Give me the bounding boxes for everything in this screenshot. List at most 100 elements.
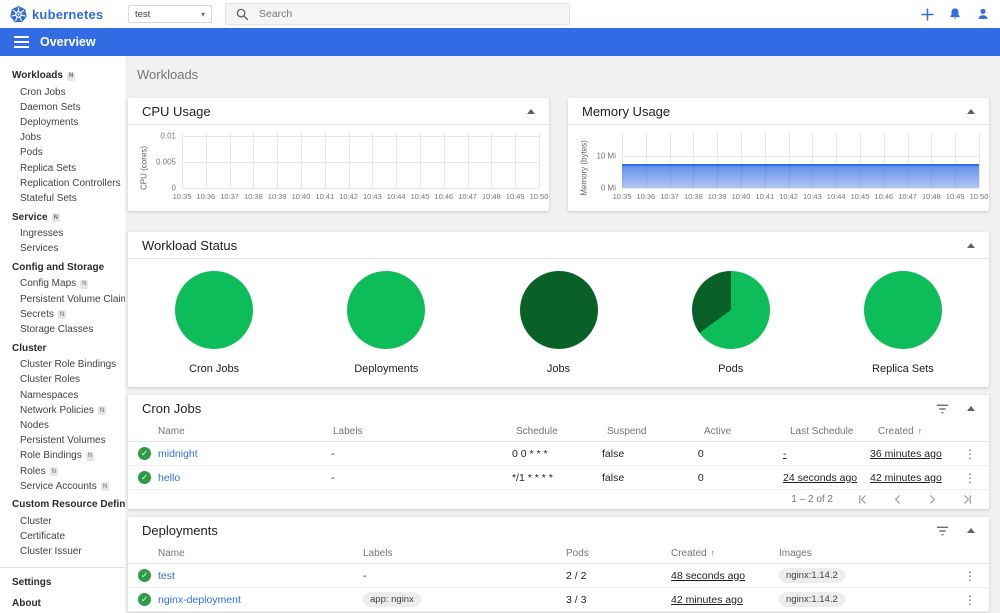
column-header-active[interactable]: Active	[704, 426, 790, 437]
sidebar-item-role-bindings[interactable]: Role Bindings N	[0, 449, 125, 464]
cron-jobs-card: Cron Jobs Name Labels Schedule Suspend Activ…	[128, 395, 989, 509]
collapse-icon[interactable]	[967, 242, 975, 248]
sidebar-item-label: Replica Sets	[20, 162, 77, 174]
charts-row: CPU Usage CPU (cores) 10:35 10:36 10:37 10:…	[128, 98, 989, 211]
row-menu-button[interactable]: ⋮	[964, 471, 989, 485]
sidebar-item-cluster-issuer[interactable]: Cluster Issuer	[0, 545, 125, 560]
resource-link[interactable]: nginx-deployment	[158, 594, 241, 606]
sidebar-item-about[interactable]: About	[0, 594, 125, 613]
sidebar-item-config-maps[interactable]: Config Maps N	[0, 277, 125, 292]
sidebar-item-nodes[interactable]: Nodes	[0, 418, 125, 433]
next-page-button[interactable]	[927, 494, 938, 505]
sidebar-item-services[interactable]: Services	[0, 242, 125, 257]
column-header-name[interactable]: Name	[158, 548, 363, 559]
menu-icon[interactable]	[14, 36, 29, 48]
sidebar-item-label: Jobs	[20, 132, 42, 144]
x-tick-label: 10:48	[482, 192, 501, 201]
sidebar-item-network-policies[interactable]: Network Policies N	[0, 403, 125, 418]
sidebar-item-cron-jobs[interactable]: Cron Jobs	[0, 85, 125, 100]
gridline	[182, 136, 539, 138]
search-input[interactable]	[259, 8, 539, 20]
resource-link[interactable]: midnight	[158, 448, 198, 460]
resource-link[interactable]: test	[158, 570, 175, 582]
sort-ascending-icon: ↑	[710, 548, 716, 558]
sidebar-item-service-accounts[interactable]: Service Accounts N	[0, 479, 125, 494]
column-header-created[interactable]: Created ↑	[671, 548, 779, 559]
x-tick-label: 10:38	[684, 192, 703, 201]
account-button[interactable]	[975, 6, 991, 22]
namespace-select[interactable]: test ▾	[128, 5, 212, 23]
sidebar-item-label: Service Accounts	[20, 480, 97, 492]
sidebar-item-stateful-sets[interactable]: Stateful Sets	[0, 191, 125, 206]
last-page-button[interactable]	[962, 494, 973, 505]
sidebar-item-secrets[interactable]: Secrets N	[0, 307, 125, 322]
sidebar-section-service[interactable]: Service N	[0, 210, 125, 227]
sidebar-item-ingresses[interactable]: Ingresses	[0, 227, 125, 242]
sidebar-item-namespaces[interactable]: Namespaces	[0, 388, 125, 403]
row-menu-button[interactable]: ⋮	[964, 569, 989, 583]
notifications-button[interactable]	[947, 6, 963, 22]
first-page-button[interactable]	[857, 494, 868, 505]
sidebar-item-certificate[interactable]: Certificate	[0, 530, 125, 545]
sidebar-section-config-and-storage[interactable]: Config and Storage	[0, 260, 125, 277]
create-button[interactable]	[919, 6, 935, 22]
column-header-name[interactable]: Name	[158, 426, 333, 437]
column-header-pods[interactable]: Pods	[566, 548, 671, 559]
column-header-schedule[interactable]: Schedule	[516, 426, 607, 437]
filter-icon[interactable]	[936, 526, 949, 536]
row-menu-button[interactable]: ⋮	[964, 447, 989, 461]
column-header-labels[interactable]: Labels	[333, 426, 516, 437]
sidebar-section-cluster[interactable]: Cluster	[0, 341, 125, 358]
sidebar-item-deployments[interactable]: Deployments	[0, 115, 125, 130]
cell-schedule: */1 * * * *	[512, 472, 602, 484]
sidebar-item-replication-controllers[interactable]: Replication Controllers	[0, 176, 125, 191]
previous-page-button[interactable]	[892, 494, 903, 505]
sidebar-item-replica-sets[interactable]: Replica Sets	[0, 161, 125, 176]
collapse-icon[interactable]	[967, 108, 975, 114]
chevron-down-icon: ▾	[200, 9, 205, 19]
sidebar-item-cluster[interactable]: Cluster	[0, 514, 125, 529]
column-header-last-schedule[interactable]: Last Schedule	[790, 426, 878, 437]
sidebar-item-pods[interactable]: Pods	[0, 146, 125, 161]
cron-jobs-table-body: ✓ midnight - 0 0 * * * false 0 - 36 minutes ago…	[128, 442, 989, 490]
sidebar-section-custom-resource-definitions[interactable]: Custom Resource Definitions	[0, 497, 125, 514]
sidebar-item-label: Cluster	[20, 515, 52, 527]
sidebar-item-label: Config Maps	[20, 278, 77, 290]
sidebar-item-jobs[interactable]: Jobs	[0, 131, 125, 146]
column-header-label: Name	[158, 548, 185, 559]
sidebar-item-label: Network Policies	[20, 404, 94, 416]
x-tick-label: 10:40	[291, 192, 311, 201]
status-ok-icon: ✓	[138, 593, 151, 606]
column-header-created[interactable]: Created ↑	[878, 426, 973, 437]
brand[interactable]: kubernetes	[10, 0, 103, 28]
sidebar-item-storage-classes[interactable]: Storage Classes	[0, 322, 125, 337]
collapse-icon[interactable]	[967, 528, 975, 533]
filter-icon[interactable]	[936, 404, 949, 414]
resource-link[interactable]: hello	[158, 472, 180, 484]
row-menu-button[interactable]: ⋮	[964, 593, 989, 607]
gridline	[622, 188, 979, 189]
column-header-labels[interactable]: Labels	[363, 548, 566, 559]
sidebar-item-roles[interactable]: Roles N	[0, 464, 125, 479]
x-tick-label: 10:36	[636, 192, 656, 201]
navbar: Overview	[0, 28, 1000, 56]
sidebar-item-label: Role Bindings	[20, 450, 82, 462]
timestamp-text: -	[782, 447, 787, 460]
column-header-suspend[interactable]: Suspend	[607, 426, 704, 437]
namespaced-badge: N	[97, 406, 107, 416]
x-tick-label: 10:40	[731, 192, 751, 201]
workload-status-title: Workload Status	[142, 237, 238, 253]
sidebar-item-persistent-volumes[interactable]: Persistent Volumes	[0, 434, 125, 449]
column-header-images[interactable]: Images	[779, 548, 959, 559]
collapse-icon[interactable]	[527, 108, 535, 114]
sidebar-item-settings[interactable]: Settings	[0, 573, 125, 594]
plus-icon	[920, 7, 934, 21]
timestamp-text: 42 minutes ago	[671, 593, 743, 606]
x-tick-label: 10:46	[434, 192, 454, 201]
sidebar-section-workloads[interactable]: Workloads N	[0, 68, 125, 85]
sidebar-item-daemon-sets[interactable]: Daemon Sets	[0, 100, 125, 115]
sidebar-item-persistent-volume-claims[interactable]: Persistent Volume ClaimsN	[0, 292, 125, 307]
collapse-icon[interactable]	[967, 406, 975, 411]
sidebar-item-cluster-roles[interactable]: Cluster Roles	[0, 373, 125, 388]
sidebar-item-cluster-role-bindings[interactable]: Cluster Role Bindings	[0, 358, 125, 373]
